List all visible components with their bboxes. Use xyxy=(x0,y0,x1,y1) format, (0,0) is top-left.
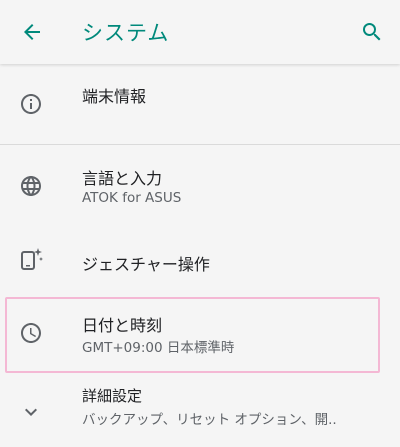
settings-item-label: 詳細設定 xyxy=(82,387,143,405)
search-button[interactable] xyxy=(356,16,388,48)
focus-highlight xyxy=(5,297,380,373)
gesture-phone-icon xyxy=(18,246,44,272)
settings-item-summary: バックアップ、リセット オプション、開.. xyxy=(82,412,337,428)
chevron-down-icon xyxy=(18,399,44,425)
clock-icon xyxy=(18,320,44,346)
settings-item-date-time[interactable]: 日付と時刻 GMT+09:00 日本標準時 xyxy=(0,293,400,375)
globe-icon xyxy=(18,173,44,199)
app-bar: システム xyxy=(0,0,400,64)
search-icon xyxy=(363,23,381,41)
settings-item-summary: GMT+09:00 日本標準時 xyxy=(82,340,235,356)
settings-item-advanced[interactable]: 詳細設定 バックアップ、リセット オプション、開.. xyxy=(0,375,400,447)
page-title: システム xyxy=(82,21,170,45)
settings-item-gestures[interactable]: ジェスチャー操作 xyxy=(0,226,400,293)
settings-list: 端末情報 言語と入力 ATOK for ASUS ジェスチャー操作 日付と時刻 … xyxy=(0,64,400,447)
settings-item-summary: ATOK for ASUS xyxy=(82,190,182,206)
settings-item-label: 端末情報 xyxy=(82,87,147,106)
settings-item-label: 日付と時刻 xyxy=(82,316,163,335)
settings-item-language-input[interactable]: 言語と入力 ATOK for ASUS xyxy=(0,145,400,226)
info-icon xyxy=(18,91,44,117)
settings-item-label: 言語と入力 xyxy=(82,169,163,188)
settings-item-about[interactable]: 端末情報 xyxy=(0,64,400,144)
arrow-left-icon xyxy=(24,24,40,40)
back-button[interactable] xyxy=(16,16,48,48)
settings-item-label: ジェスチャー操作 xyxy=(82,255,210,274)
